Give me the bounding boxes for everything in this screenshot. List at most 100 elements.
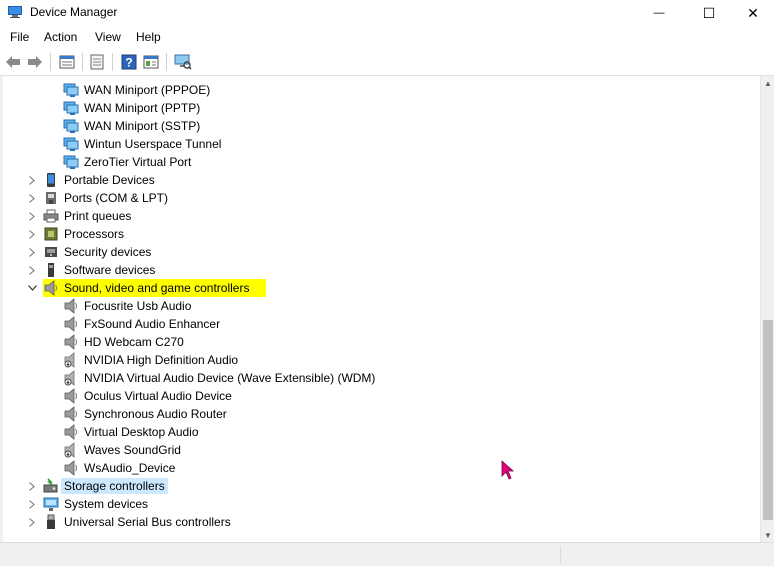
tree-item-label: Security devices [64, 245, 152, 259]
tree-category-ports-com-lpt[interactable]: Ports (COM & LPT) [43, 189, 171, 207]
close-button[interactable]: ✕ [730, 0, 774, 26]
tree-item-label: NVIDIA High Definition Audio [84, 353, 239, 367]
chevron-right-icon[interactable] [27, 513, 37, 531]
help-button[interactable]: ? [120, 53, 138, 71]
tree-category-portable-devices[interactable]: Portable Devices [43, 171, 158, 189]
properties-button[interactable] [58, 53, 76, 71]
tree-device-focusrite-usb-audio[interactable]: Focusrite Usb Audio [63, 297, 194, 315]
tree-device-wsaudio-device[interactable]: WsAudio_Device [63, 459, 178, 477]
menu-action[interactable]: Action [44, 30, 77, 44]
tree-device-waves-soundgrid[interactable]: Waves SoundGrid [63, 441, 184, 459]
tree-category-security-devices[interactable]: Security devices [43, 243, 154, 261]
menu-view[interactable]: View [95, 30, 121, 44]
tree-device-wan-miniport-pptp[interactable]: WAN Miniport (PPTP) [63, 99, 203, 117]
minimize-button[interactable]: — [636, 0, 682, 26]
chevron-down-icon[interactable] [27, 279, 37, 297]
tree-device-nvidia-high-definition-audio[interactable]: NVIDIA High Definition Audio [63, 351, 241, 369]
chevron-right-icon[interactable] [27, 477, 37, 495]
update-driver-button[interactable] [88, 53, 106, 71]
maximize-icon: ☐ [702, 4, 716, 21]
tree-device-wintun-userspace-tunnel[interactable]: Wintun Userspace Tunnel [63, 135, 224, 153]
speaker-disabled-icon [63, 352, 79, 368]
tree-item-label: HD Webcam C270 [84, 335, 184, 349]
scan-hardware-button[interactable] [174, 53, 192, 71]
tree-item-label: WAN Miniport (PPTP) [84, 101, 201, 115]
menu-file[interactable]: File [10, 30, 29, 44]
tree-device-wan-miniport-sstp[interactable]: WAN Miniport (SSTP) [63, 117, 203, 135]
properties-icon [59, 55, 75, 69]
tree-category-sound-video-and-game-controllers[interactable]: Sound, video and game controllers [43, 279, 267, 297]
tree-category-universal-serial-bus-controllers[interactable]: Universal Serial Bus controllers [43, 513, 234, 531]
tree-category-storage-controllers[interactable]: Storage controllers [43, 477, 168, 495]
forward-icon [28, 56, 42, 68]
device-manager-icon [8, 6, 22, 18]
network-adapter-icon [63, 154, 79, 170]
processor-icon [43, 226, 59, 242]
tree-category-software-devices[interactable]: Software devices [43, 261, 158, 279]
network-adapter-icon [63, 136, 79, 152]
show-hidden-icon [143, 55, 159, 69]
speaker-icon [63, 460, 79, 476]
speaker-icon [63, 316, 79, 332]
tree-item-label: Storage controllers [61, 478, 168, 494]
tree-category-print-queues[interactable]: Print queues [43, 207, 134, 225]
chevron-right-icon[interactable] [27, 225, 37, 243]
show-hidden-button[interactable] [142, 53, 160, 71]
tree-device-synchronous-audio-router[interactable]: Synchronous Audio Router [63, 405, 230, 423]
chevron-right-icon[interactable] [27, 207, 37, 225]
tree-device-nvidia-virtual-audio-device-wave-extensible-wdm[interactable]: NVIDIA Virtual Audio Device (Wave Extens… [63, 369, 378, 387]
network-adapter-icon [63, 100, 79, 116]
forward-button[interactable] [26, 53, 44, 71]
back-button[interactable] [4, 53, 22, 71]
chevron-right-icon[interactable] [27, 261, 37, 279]
device-tree[interactable]: WAN Miniport (PPPOE) WAN Miniport (PPTP) W… [0, 76, 774, 542]
speaker-icon [63, 406, 79, 422]
tree-device-wan-miniport-pppoe[interactable]: WAN Miniport (PPPOE) [63, 81, 213, 99]
toolbar: ? [0, 48, 774, 76]
tree-device-oculus-virtual-audio-device[interactable]: Oculus Virtual Audio Device [63, 387, 235, 405]
tree-item-label: Wintun Userspace Tunnel [84, 137, 222, 151]
tree-item-label: Oculus Virtual Audio Device [84, 389, 232, 403]
help-icon: ? [121, 54, 137, 70]
speaker-disabled-icon [63, 370, 79, 386]
portable-device-icon [43, 172, 59, 188]
title-bar[interactable]: Device Manager — ☐ ✕ [0, 0, 774, 26]
tree-device-fxsound-audio-enhancer[interactable]: FxSound Audio Enhancer [63, 315, 223, 333]
tree-item-label: Focusrite Usb Audio [84, 299, 192, 313]
vertical-scrollbar[interactable]: ▲ ▼ [760, 76, 774, 542]
scroll-down-arrow-icon[interactable]: ▼ [761, 528, 774, 542]
tree-item-label: Software devices [64, 263, 156, 277]
scroll-up-arrow-icon[interactable]: ▲ [761, 76, 774, 90]
tree-item-label: Portable Devices [64, 173, 155, 187]
storage-controller-icon [43, 478, 59, 494]
tree-item-label: Universal Serial Bus controllers [64, 515, 231, 529]
tree-item-label: WAN Miniport (PPPOE) [84, 83, 211, 97]
tree-item-label: FxSound Audio Enhancer [84, 317, 221, 331]
chevron-right-icon[interactable] [27, 243, 37, 261]
tree-device-zerotier-virtual-port[interactable]: ZeroTier Virtual Port [63, 153, 194, 171]
scroll-thumb[interactable] [763, 320, 773, 520]
chevron-right-icon[interactable] [27, 495, 37, 513]
tree-category-processors[interactable]: Processors [43, 225, 127, 243]
network-adapter-icon [63, 118, 79, 134]
tree-item-label: Print queues [64, 209, 132, 223]
port-icon [43, 190, 59, 206]
tree-item-label: ZeroTier Virtual Port [84, 155, 192, 169]
tree-item-label: Virtual Desktop Audio [84, 425, 199, 439]
tree-device-virtual-desktop-audio[interactable]: Virtual Desktop Audio [63, 423, 202, 441]
tree-device-hd-webcam-c270[interactable]: HD Webcam C270 [63, 333, 187, 351]
maximize-button[interactable]: ☐ [686, 0, 732, 26]
tree-item-label: Synchronous Audio Router [84, 407, 227, 421]
chevron-right-icon[interactable] [27, 171, 37, 189]
tree-item-label: Ports (COM & LPT) [64, 191, 169, 205]
speaker-icon [63, 388, 79, 404]
printer-icon [43, 208, 59, 224]
menu-help[interactable]: Help [136, 30, 161, 44]
security-device-icon [43, 244, 59, 260]
tree-category-system-devices[interactable]: System devices [43, 495, 151, 513]
chevron-right-icon[interactable] [27, 189, 37, 207]
tree-item-label: Waves SoundGrid [84, 443, 181, 457]
tree-item-label: WsAudio_Device [84, 461, 176, 475]
speaker-icon [63, 424, 79, 440]
speaker-icon [63, 298, 79, 314]
